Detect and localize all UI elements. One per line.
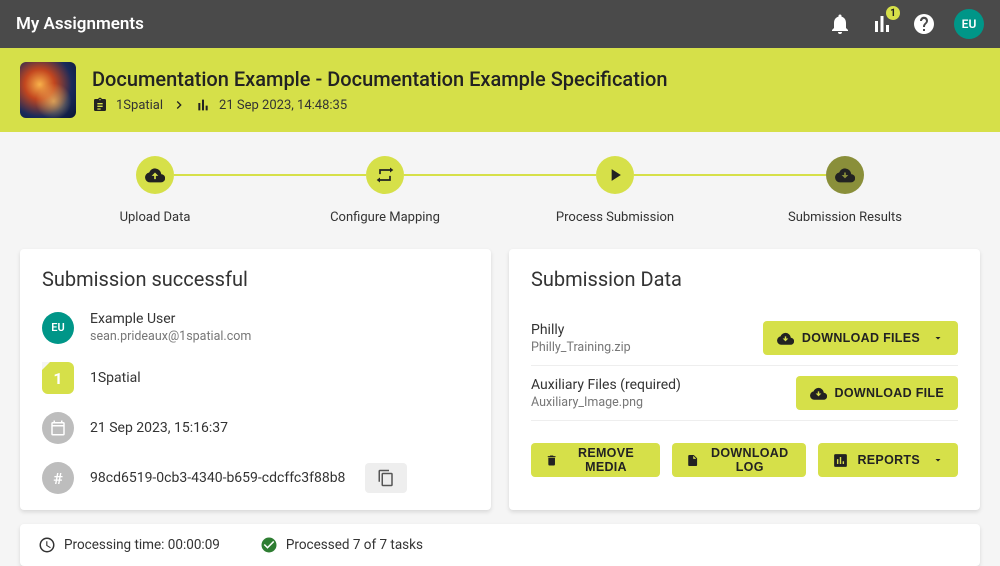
processing-time-text: Processing time: 00:00:09 bbox=[64, 537, 220, 553]
topbar-actions: 1 EU bbox=[828, 9, 984, 39]
hash-icon: # bbox=[42, 462, 74, 494]
cloud-download-icon bbox=[777, 330, 794, 347]
help-icon[interactable] bbox=[912, 12, 936, 36]
content-panels: Submission successful EU Example User se… bbox=[0, 237, 1000, 510]
tasks-complete-text: Processed 7 of 7 tasks bbox=[286, 537, 423, 553]
topbar: My Assignments 1 EU bbox=[0, 0, 1000, 48]
remove-media-button[interactable]: REMOVE MEDIA bbox=[531, 443, 660, 477]
data-row-primary: Philly Philly_Training.zip DOWNLOAD FILE… bbox=[531, 311, 958, 366]
date-row: 21 Sep 2023, 15:16:37 bbox=[42, 412, 469, 444]
org-logo-icon: 1 bbox=[42, 362, 74, 394]
play-icon bbox=[596, 156, 634, 194]
submitter-row: EU Example User sean.prideaux@1spatial.c… bbox=[42, 311, 469, 344]
data-filename: Philly_Training.zip bbox=[531, 340, 631, 355]
org-row: 1 1Spatial bbox=[42, 362, 469, 394]
download-file-button[interactable]: DOWNLOAD FILE bbox=[796, 376, 958, 410]
calendar-icon bbox=[42, 412, 74, 444]
step-label: Submission Results bbox=[788, 210, 902, 225]
data-label: Philly bbox=[531, 322, 631, 338]
panel-heading: Submission Data bbox=[531, 267, 958, 291]
button-label: DOWNLOAD FILES bbox=[802, 331, 920, 345]
submission-data-panel: Submission Data Philly Philly_Training.z… bbox=[509, 249, 980, 510]
submission-status-panel: Submission successful EU Example User se… bbox=[20, 249, 491, 510]
org-name: 1Spatial bbox=[90, 370, 141, 386]
stats-icon[interactable]: 1 bbox=[870, 12, 894, 36]
submission-hash: 98cd6519-0cb3-4340-b659-cdcffc3f88b8 bbox=[90, 470, 345, 486]
cloud-upload-icon bbox=[136, 156, 174, 194]
tasks-complete: Processed 7 of 7 tasks bbox=[260, 536, 423, 554]
step-label: Configure Mapping bbox=[330, 210, 440, 225]
cloud-download-icon bbox=[826, 156, 864, 194]
caret-down-icon bbox=[932, 454, 944, 466]
swap-icon bbox=[366, 156, 404, 194]
step-label: Process Submission bbox=[556, 210, 674, 225]
submitter-name: Example User bbox=[90, 311, 251, 327]
report-icon bbox=[832, 452, 849, 469]
step-label: Upload Data bbox=[120, 210, 191, 225]
hash-row: # 98cd6519-0cb3-4340-b659-cdcffc3f88b8 bbox=[42, 462, 469, 494]
download-files-button[interactable]: DOWNLOAD FILES bbox=[763, 321, 958, 355]
download-log-button[interactable]: DOWNLOAD LOG bbox=[672, 443, 807, 477]
button-label: REPORTS bbox=[857, 453, 920, 467]
assignment-thumbnail bbox=[20, 62, 76, 118]
caret-down-icon bbox=[932, 332, 944, 344]
reports-button[interactable]: REPORTS bbox=[818, 443, 958, 477]
timer-icon bbox=[38, 536, 56, 554]
step-configure[interactable]: Configure Mapping bbox=[270, 156, 500, 225]
data-filename: Auxiliary_Image.png bbox=[531, 395, 681, 410]
check-circle-icon bbox=[260, 536, 278, 554]
assignment-title: Documentation Example - Documentation Ex… bbox=[92, 67, 667, 91]
stats-small-icon bbox=[195, 97, 211, 113]
assignment-header: Documentation Example - Documentation Ex… bbox=[0, 48, 1000, 132]
chevron-right-icon bbox=[171, 97, 187, 113]
assignment-timestamp: 21 Sep 2023, 14:48:35 bbox=[219, 98, 347, 113]
processing-summary: Processing time: 00:00:09 Processed 7 of… bbox=[20, 524, 980, 566]
notifications-icon[interactable] bbox=[828, 12, 852, 36]
page-title: My Assignments bbox=[16, 14, 828, 34]
user-avatar[interactable]: EU bbox=[954, 9, 984, 39]
copy-icon bbox=[377, 469, 395, 487]
button-label: REMOVE MEDIA bbox=[566, 446, 645, 474]
clipboard-icon bbox=[92, 97, 108, 113]
submission-date: 21 Sep 2023, 15:16:37 bbox=[90, 420, 228, 436]
document-icon bbox=[686, 452, 699, 469]
stats-badge: 1 bbox=[886, 6, 900, 20]
data-label: Auxiliary Files (required) bbox=[531, 377, 681, 393]
cloud-download-icon bbox=[810, 385, 827, 402]
data-row-auxiliary: Auxiliary Files (required) Auxiliary_Ima… bbox=[531, 366, 958, 421]
step-upload[interactable]: Upload Data bbox=[40, 156, 270, 225]
panel-heading: Submission successful bbox=[42, 267, 469, 291]
assignment-org: 1Spatial bbox=[116, 98, 163, 113]
assignment-meta: 1Spatial 21 Sep 2023, 14:48:35 bbox=[92, 97, 667, 113]
step-results[interactable]: Submission Results bbox=[730, 156, 960, 225]
stepper: Upload Data Configure Mapping Process Su… bbox=[0, 132, 1000, 237]
processing-time: Processing time: 00:00:09 bbox=[38, 536, 220, 554]
submitter-avatar: EU bbox=[42, 312, 74, 344]
assignment-header-text: Documentation Example - Documentation Ex… bbox=[92, 67, 667, 113]
step-process[interactable]: Process Submission bbox=[500, 156, 730, 225]
button-label: DOWNLOAD FILE bbox=[835, 386, 944, 400]
button-label: DOWNLOAD LOG bbox=[707, 446, 792, 474]
action-bar: REMOVE MEDIA DOWNLOAD LOG REPORTS bbox=[531, 443, 958, 477]
delete-icon bbox=[545, 452, 558, 469]
copy-hash-button[interactable] bbox=[365, 463, 407, 493]
submitter-email: sean.prideaux@1spatial.com bbox=[90, 329, 251, 344]
